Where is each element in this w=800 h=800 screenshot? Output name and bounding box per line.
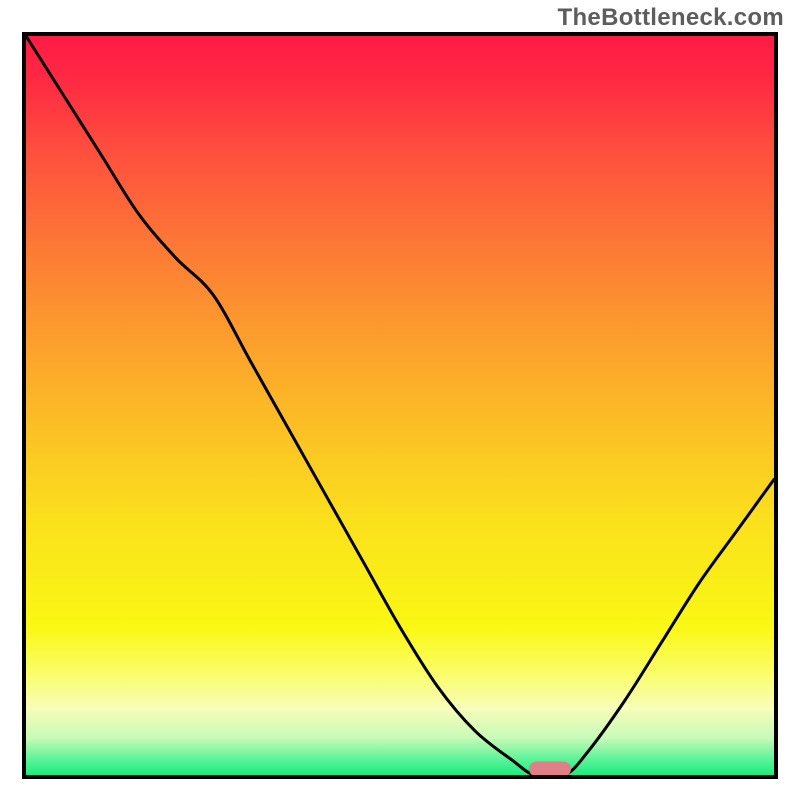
watermark-text: TheBottleneck.com: [558, 4, 784, 32]
valley-marker: [529, 762, 571, 777]
chart-container: TheBottleneck.com: [0, 0, 800, 800]
plot-frame: [22, 32, 778, 779]
bottleneck-curve: [26, 36, 774, 775]
